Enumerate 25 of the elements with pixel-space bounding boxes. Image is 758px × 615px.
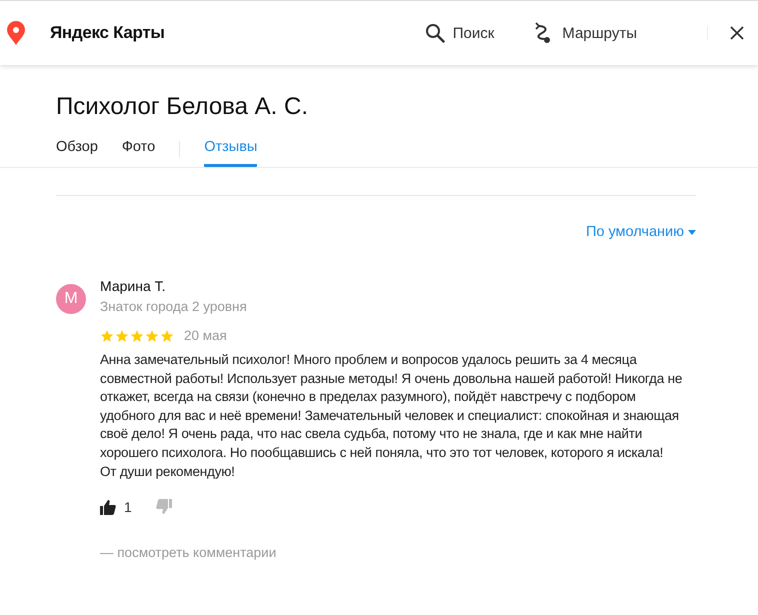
thumbs-down-icon: [156, 499, 172, 516]
avatar: М: [56, 284, 86, 314]
routes-button[interactable]: Маршруты: [534, 22, 637, 44]
thumbs-up-icon: [100, 499, 116, 516]
close-icon: [730, 26, 744, 40]
like-button[interactable]: 1: [100, 499, 132, 516]
author-name: Марина Т.: [100, 278, 167, 294]
review-text: Анна замечательный психолог! Много проблем и вопросов удалось решить за 4 месяца совместной работы! Использует разные методы! Я очень довольна нашей работой! Никогда не откажет, всегда на связи (конечно в пределах разумного), пойдёт навстречу с подбором удобного для вас и неё времени! Замечательный человек и специалист: спокойная и знающая своё дело! Я очень рада, что нас свела судьба, потому что не знала, где и как мне найти хорошего психолога. Но пообщавшись с ней поняла, что это тот человек, которого я искала! От души рекомендую!: [100, 351, 684, 481]
star-icon: [130, 328, 144, 342]
star-icon: [115, 328, 129, 342]
tab[interactable]: Фото: [122, 139, 156, 167]
close-button[interactable]: [707, 26, 744, 40]
logo-text: Яндекс Карты: [50, 23, 165, 43]
search-button[interactable]: Поиск: [424, 23, 494, 43]
author-level: Знаток города 2 уровня: [100, 299, 248, 314]
sort-dropdown[interactable]: По умолчанию: [586, 224, 696, 240]
page-title: Психолог Белова А. С.: [56, 93, 310, 121]
tab[interactable]: Обзор: [56, 139, 98, 167]
review-date: 20 мая: [184, 328, 227, 343]
star-icon: [145, 328, 159, 342]
search-icon: [424, 23, 445, 43]
caret-icon: [688, 230, 696, 234]
star-icon: [160, 328, 174, 342]
map-pin-icon: [7, 21, 25, 45]
star-icon: [100, 328, 114, 342]
